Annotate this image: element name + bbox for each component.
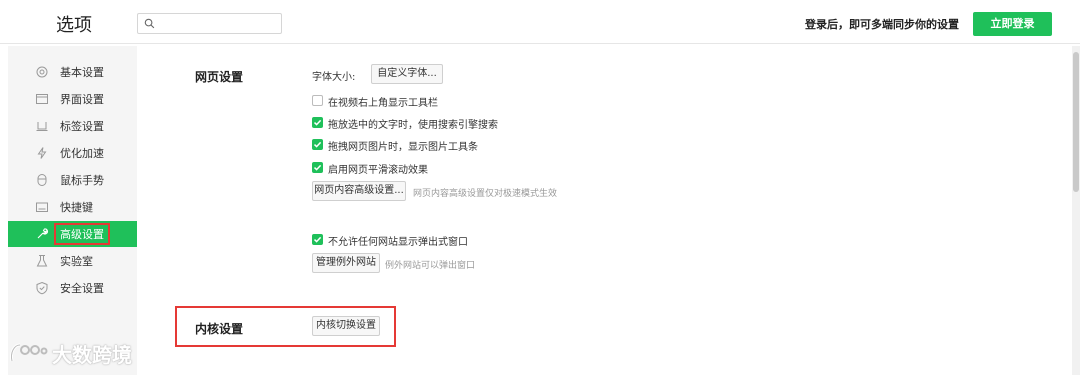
check-icon	[313, 164, 322, 171]
sidebar-item-label: 鼠标手势	[60, 174, 104, 187]
sidebar-item-label: 快捷键	[60, 201, 93, 214]
sidebar-item-label: 优化加速	[60, 147, 104, 160]
sidebar-item-security[interactable]: 安全设置	[8, 275, 137, 301]
page-title: 选项	[56, 15, 92, 36]
search-box[interactable]	[137, 13, 282, 34]
option-label: 在视频右上角显示工具栏	[328, 98, 438, 109]
lightning-icon	[37, 147, 47, 159]
sidebar-item-optimize[interactable]: 优化加速	[8, 140, 137, 166]
wrench-icon	[37, 228, 48, 239]
login-button[interactable]: 立即登录	[973, 12, 1052, 36]
sidebar-item-label: 基本设置	[60, 66, 104, 79]
sidebar-item-tabs[interactable]: 标签设置	[8, 113, 137, 139]
sidebar-item-label: 安全设置	[60, 282, 104, 295]
sidebar-item-label: 界面设置	[60, 93, 104, 106]
option-label: 启用网页平滑滚动效果	[328, 165, 428, 176]
scrollbar-thumb[interactable]	[1073, 52, 1079, 192]
flask-icon	[36, 255, 48, 267]
circle-icon	[36, 66, 48, 78]
watermark-text: 大数跨境	[52, 343, 132, 367]
manage-exceptions-hint: 例外网站可以弹出窗口	[385, 261, 476, 271]
sidebar-item-shortcuts[interactable]: 快捷键	[8, 194, 137, 220]
sidebar-item-label: 标签设置	[60, 120, 104, 133]
mouse-icon	[37, 174, 47, 186]
advanced-content-hint: 网页内容高级设置仅对极速模式生效	[413, 189, 558, 199]
sidebar-item-lab[interactable]: 实验室	[8, 248, 137, 274]
webpage-settings-label: 网页设置	[195, 70, 244, 84]
check-icon	[313, 141, 322, 148]
top-bar: 选项 登录后，即可多端同步你的设置 立即登录	[0, 0, 1080, 44]
sidebar-item-basic[interactable]: 基本设置	[8, 59, 137, 85]
sidebar-item-label: 实验室	[60, 255, 93, 268]
tab-icon	[36, 122, 48, 131]
sidebar-item-mouse-gesture[interactable]: 鼠标手势	[8, 167, 137, 193]
sidebar-item-label: 高级设置	[54, 223, 110, 245]
search-input[interactable]	[158, 15, 278, 32]
checkbox-video-toolbar[interactable]	[312, 95, 323, 106]
custom-font-button[interactable]: 自定义字体...	[371, 64, 443, 84]
keyboard-icon	[36, 202, 48, 212]
watermark-logo	[10, 343, 48, 362]
checkbox-smooth-scroll[interactable]	[312, 162, 323, 173]
shield-icon	[36, 281, 48, 295]
checkbox-drag-text-search[interactable]	[312, 117, 323, 128]
check-icon	[313, 119, 322, 126]
manage-exceptions-button[interactable]: 管理例外网站	[312, 253, 380, 273]
sync-hint: 登录后，即可多端同步你的设置	[805, 18, 959, 31]
check-icon	[313, 236, 322, 243]
option-label: 不允许任何网站显示弹出式窗口	[328, 237, 468, 248]
sidebar-item-interface[interactable]: 界面设置	[8, 86, 137, 112]
option-label: 拖放选中的文字时，使用搜索引擎搜索	[328, 120, 498, 131]
font-size-label: 字体大小:	[312, 72, 356, 83]
window-icon	[36, 94, 48, 104]
option-label: 拖拽网页图片时，显示图片工具条	[328, 142, 478, 153]
kernel-switch-button[interactable]: 内核切换设置	[312, 316, 380, 336]
advanced-content-button[interactable]: 网页内容高级设置...	[312, 181, 406, 201]
kernel-settings-label: 内核设置	[195, 322, 244, 336]
search-icon	[144, 18, 155, 29]
sidebar: 基本设置 界面设置 标签设置 优化加速 鼠标手势 快捷键 高级设置 实验室 安全…	[8, 46, 137, 375]
checkbox-block-popups[interactable]	[312, 234, 323, 245]
checkbox-drag-image-toolbar[interactable]	[312, 139, 323, 150]
sidebar-item-advanced[interactable]: 高级设置	[8, 221, 137, 247]
